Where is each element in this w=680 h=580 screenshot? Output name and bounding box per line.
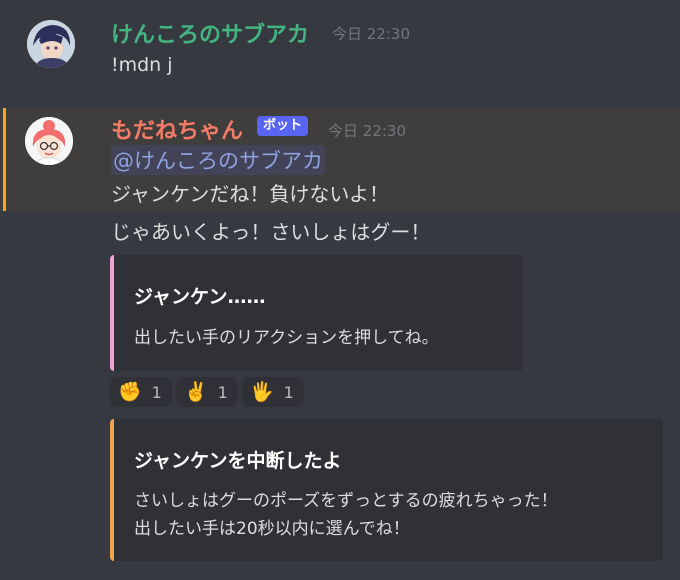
embed-description-line: さいしょはグーのポーズをずっとするの疲れちゃった！ bbox=[134, 491, 558, 511]
peace-hand-emoji-icon: ✌️ bbox=[184, 381, 208, 403]
message-text: ジャンケンだね！負けないよ！ bbox=[111, 182, 389, 206]
reaction-count: 1 bbox=[217, 382, 228, 402]
message-user: けんころのサブアカ 今日 22:30 !mdn j bbox=[0, 0, 680, 96]
embed-description-line: 出したい手は20秒以内に選んでね！ bbox=[134, 519, 410, 539]
embed-janken: ジャンケン…… 出したい手のリアクションを押してね。 bbox=[110, 255, 523, 371]
message-text: !mdn j bbox=[111, 54, 173, 76]
timestamp: 今日 22:30 bbox=[328, 122, 406, 140]
bot-avatar[interactable] bbox=[25, 117, 73, 165]
reaction-count: 1 bbox=[283, 382, 294, 402]
open-hand-emoji-icon: 🖐️ bbox=[250, 381, 274, 403]
reaction-peace[interactable]: ✌️ 1 bbox=[176, 377, 238, 407]
embed-title: ジャンケンを中断したよ bbox=[134, 450, 342, 472]
bot-tag: ボット bbox=[257, 116, 309, 136]
embed-color-bar bbox=[110, 419, 114, 561]
embed-description: 出したい手のリアクションを押してね。 bbox=[134, 328, 439, 348]
embed-janken-cancelled: ジャンケンを中断したよ さいしょはグーのポーズをずっとするの疲れちゃった！ 出し… bbox=[110, 419, 663, 561]
author-name[interactable]: けんころのサブアカ bbox=[111, 17, 309, 49]
user-avatar[interactable] bbox=[27, 20, 75, 68]
bot-author-name[interactable]: もだねちゃん bbox=[111, 113, 243, 145]
message-text: じゃあいくよっ！さいしょはグー！ bbox=[111, 220, 431, 244]
reaction-count: 1 bbox=[151, 382, 162, 402]
mention-highlight-bar bbox=[3, 108, 6, 211]
reaction-fist[interactable]: ✊ 1 bbox=[110, 377, 172, 407]
user-mention[interactable]: @けんころのサブアカ bbox=[111, 145, 325, 175]
embed-title: ジャンケン…… bbox=[134, 286, 266, 308]
timestamp: 今日 22:30 bbox=[332, 25, 410, 43]
reaction-open-hand[interactable]: 🖐️ 1 bbox=[242, 377, 304, 407]
fist-emoji-icon: ✊ bbox=[118, 381, 142, 403]
chat-messages: けんころのサブアカ 今日 22:30 !mdn j もだねちゃん ボット 今日 … bbox=[0, 0, 680, 580]
embed-color-bar bbox=[110, 255, 114, 371]
